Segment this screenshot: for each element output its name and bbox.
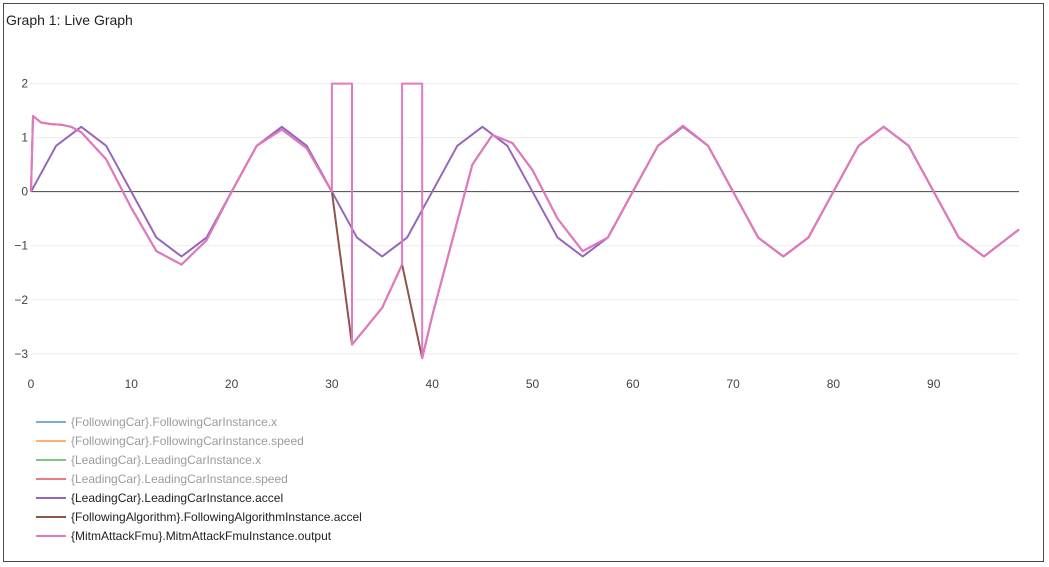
series-line-5[interactable] xyxy=(30,115,1020,360)
y-tick-label: 0 xyxy=(21,185,28,199)
x-tick-label: 60 xyxy=(626,377,640,391)
legend-swatch xyxy=(36,477,66,480)
legend-item-2[interactable]: {LeadingCar}.LeadingCarInstance.x xyxy=(36,450,362,469)
legend-label: {FollowingCar}.FollowingCarInstance.spee… xyxy=(71,433,304,448)
series-line-6[interactable] xyxy=(30,82,1020,360)
series-lines[interactable] xyxy=(30,82,1020,360)
y-tick-label: −2 xyxy=(14,293,28,307)
x-tick-label: 90 xyxy=(927,377,941,391)
x-tick-label: 20 xyxy=(225,377,239,391)
y-tick-label: 1 xyxy=(21,131,28,145)
x-tick-label: 80 xyxy=(827,377,841,391)
x-axis-ticks: 0 10 20 30 40 50 60 70 80 90 xyxy=(28,377,941,391)
legend-label: {MitmAttackFmu}.MitmAttackFmuInstance.ou… xyxy=(71,528,332,543)
x-tick-label: 40 xyxy=(426,377,440,391)
x-tick-label: 0 xyxy=(28,377,35,391)
legend-swatch xyxy=(36,458,66,461)
y-tick-label: −1 xyxy=(14,239,28,253)
legend-swatch xyxy=(36,534,66,537)
legend-swatch xyxy=(36,439,66,442)
x-tick-label: 30 xyxy=(325,377,339,391)
legend-item-6[interactable]: {MitmAttackFmu}.MitmAttackFmuInstance.ou… xyxy=(36,526,362,545)
y-tick-label: −3 xyxy=(14,347,28,361)
legend-label: {LeadingCar}.LeadingCarInstance.accel xyxy=(71,490,284,505)
legend-item-0[interactable]: {FollowingCar}.FollowingCarInstance.x xyxy=(36,412,362,431)
legend-label: {FollowingAlgorithm}.FollowingAlgorithmI… xyxy=(71,509,362,524)
legend-item-5[interactable]: {FollowingAlgorithm}.FollowingAlgorithmI… xyxy=(36,507,362,526)
legend-label: {LeadingCar}.LeadingCarInstance.x xyxy=(71,452,262,467)
x-tick-label: 50 xyxy=(526,377,540,391)
y-axis-ticks: 2 1 0 −1 −2 −3 xyxy=(14,77,28,361)
legend-swatch xyxy=(36,496,66,499)
gridlines xyxy=(31,83,1019,355)
x-tick-label: 70 xyxy=(726,377,740,391)
legend-label: {FollowingCar}.FollowingCarInstance.x xyxy=(71,414,278,429)
legend-swatch xyxy=(36,420,66,423)
legend-label: {LeadingCar}.LeadingCarInstance.speed xyxy=(71,471,288,486)
legend-item-4[interactable]: {LeadingCar}.LeadingCarInstance.accel xyxy=(36,488,362,507)
x-tick-label: 10 xyxy=(125,377,139,391)
legend-item-1[interactable]: {FollowingCar}.FollowingCarInstance.spee… xyxy=(36,431,362,450)
y-tick-label: 2 xyxy=(21,77,28,91)
legend-item-3[interactable]: {LeadingCar}.LeadingCarInstance.speed xyxy=(36,469,362,488)
legend-swatch xyxy=(36,515,66,518)
legend[interactable]: {FollowingCar}.FollowingCarInstance.x {Fo… xyxy=(36,412,362,545)
